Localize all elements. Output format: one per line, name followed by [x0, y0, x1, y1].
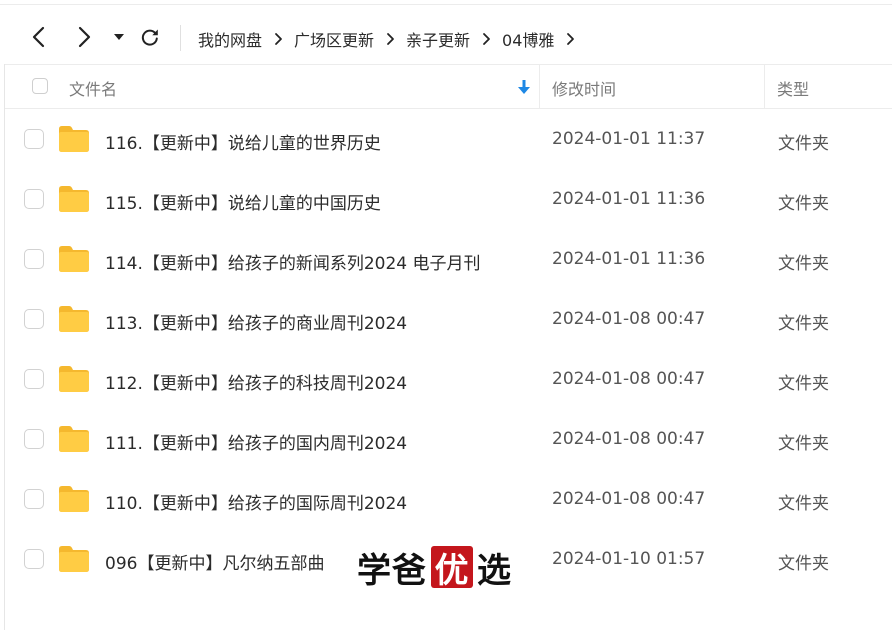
row-checkbox[interactable]	[24, 429, 44, 449]
folder-icon	[59, 246, 89, 272]
row-checkbox[interactable]	[24, 249, 44, 269]
back-button[interactable]	[28, 25, 48, 49]
breadcrumb-item-parenting-updates[interactable]: 亲子更新	[406, 27, 470, 51]
row-name: 111.【更新中】给孩子的国内周刊2024	[105, 434, 408, 454]
column-header-modified[interactable]: 修改时间	[552, 76, 616, 100]
folder-icon	[59, 546, 89, 572]
refresh-icon	[141, 29, 158, 46]
caret-down-icon	[114, 34, 124, 40]
row-checkbox[interactable]	[24, 189, 44, 209]
row-name: 114.【更新中】给孩子的新闻系列2024 电子月刊	[105, 254, 481, 274]
row-checkbox[interactable]	[24, 309, 44, 329]
breadcrumb-chevron-icon	[554, 32, 586, 46]
table-row[interactable]: 114.【更新中】给孩子的新闻系列2024 电子月刊 2024-01-01 11…	[5, 230, 892, 290]
history-dropdown-button[interactable]	[111, 25, 127, 49]
row-type: 文件夹	[778, 434, 829, 454]
breadcrumb-item-plaza-updates[interactable]: 广场区更新	[294, 27, 374, 51]
row-checkbox[interactable]	[24, 369, 44, 389]
row-type: 文件夹	[778, 134, 829, 154]
breadcrumb-chevron-icon	[262, 32, 294, 46]
table-header: 文件名 修改时间 类型	[5, 64, 892, 109]
chevron-right-icon	[78, 26, 91, 48]
row-checkbox[interactable]	[24, 129, 44, 149]
breadcrumb-item-my-drive[interactable]: 我的网盘	[198, 27, 262, 51]
row-type: 文件夹	[778, 554, 829, 574]
row-type: 文件夹	[778, 194, 829, 214]
row-name: 112.【更新中】给孩子的科技周刊2024	[105, 374, 408, 394]
row-modified: 2024-01-10 01:57	[552, 549, 706, 569]
row-type: 文件夹	[778, 374, 829, 394]
sort-arrow-down-icon[interactable]	[517, 79, 531, 95]
watermark: 学爸 优 选	[357, 545, 512, 591]
chevron-left-icon	[32, 26, 45, 48]
file-browser: 我的网盘 广场区更新 亲子更新 04博雅 文件名 修改时间 类型 116.【更新…	[0, 0, 892, 630]
row-modified: 2024-01-08 00:47	[552, 309, 706, 329]
forward-button[interactable]	[75, 25, 95, 49]
row-name: 116.【更新中】说给儿童的世界历史	[105, 134, 381, 154]
breadcrumb: 我的网盘 广场区更新 亲子更新 04博雅	[198, 25, 586, 53]
select-all-checkbox[interactable]	[32, 78, 48, 94]
table-row[interactable]: 111.【更新中】给孩子的国内周刊2024 2024-01-08 00:47 文…	[5, 410, 892, 470]
file-list: 116.【更新中】说给儿童的世界历史 2024-01-01 11:37 文件夹 …	[5, 110, 892, 590]
toolbar-separator	[180, 25, 181, 51]
table-row[interactable]: 112.【更新中】给孩子的科技周刊2024 2024-01-08 00:47 文…	[5, 350, 892, 410]
column-header-type[interactable]: 类型	[777, 76, 809, 100]
refresh-button[interactable]	[140, 25, 160, 49]
breadcrumb-chevron-icon	[470, 32, 502, 46]
watermark-text: 选	[477, 550, 512, 591]
row-modified: 2024-01-01 11:36	[552, 249, 706, 269]
folder-icon	[59, 186, 89, 212]
row-checkbox[interactable]	[24, 549, 44, 569]
row-modified: 2024-01-08 00:47	[552, 489, 706, 509]
folder-icon	[59, 126, 89, 152]
table-row[interactable]: 115.【更新中】说给儿童的中国历史 2024-01-01 11:36 文件夹	[5, 170, 892, 230]
row-name: 113.【更新中】给孩子的商业周刊2024	[105, 314, 408, 334]
table-row[interactable]: 110.【更新中】给孩子的国际周刊2024 2024-01-08 00:47 文…	[5, 470, 892, 530]
row-type: 文件夹	[778, 254, 829, 274]
row-modified: 2024-01-01 11:37	[552, 129, 706, 149]
column-header-name[interactable]: 文件名	[69, 76, 117, 100]
row-name: 096【更新中】凡尔纳五部曲	[105, 554, 325, 574]
row-modified: 2024-01-01 11:36	[552, 189, 706, 209]
folder-icon	[59, 426, 89, 452]
breadcrumb-chevron-icon	[374, 32, 406, 46]
toolbar: 我的网盘 广场区更新 亲子更新 04博雅	[0, 5, 892, 64]
column-divider[interactable]	[539, 65, 540, 109]
folder-icon	[59, 486, 89, 512]
row-name: 110.【更新中】给孩子的国际周刊2024	[105, 494, 408, 514]
watermark-text: 学爸	[357, 550, 427, 591]
row-type: 文件夹	[778, 314, 829, 334]
row-name: 115.【更新中】说给儿童的中国历史	[105, 194, 381, 214]
row-checkbox[interactable]	[24, 489, 44, 509]
row-type: 文件夹	[778, 494, 829, 514]
watermark-seal: 优	[431, 546, 473, 591]
table-row[interactable]: 116.【更新中】说给儿童的世界历史 2024-01-01 11:37 文件夹	[5, 110, 892, 170]
folder-icon	[59, 366, 89, 392]
row-modified: 2024-01-08 00:47	[552, 429, 706, 449]
breadcrumb-item-boya[interactable]: 04博雅	[502, 27, 554, 51]
folder-icon	[59, 306, 89, 332]
row-modified: 2024-01-08 00:47	[552, 369, 706, 389]
table-row[interactable]: 113.【更新中】给孩子的商业周刊2024 2024-01-08 00:47 文…	[5, 290, 892, 350]
column-divider[interactable]	[764, 65, 765, 109]
